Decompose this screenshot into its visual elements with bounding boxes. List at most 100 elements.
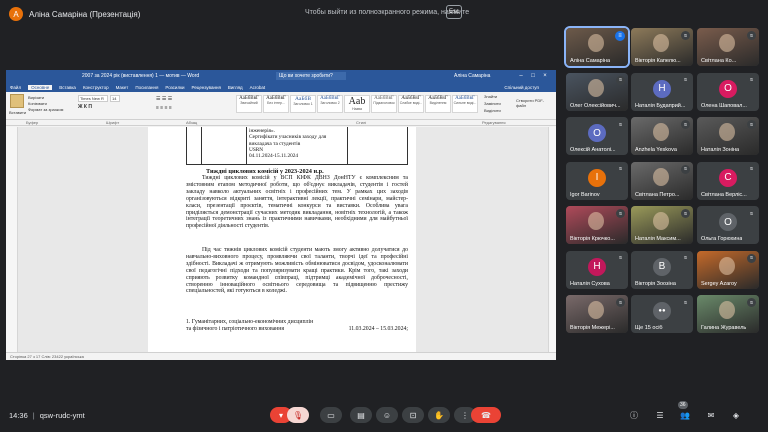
participant-name: Наталія Максим... [635,236,681,242]
tab-mailings[interactable]: Розсилки [165,85,184,90]
participant-tile[interactable]: ●● ⦸ Ще 15 осіб [631,295,693,333]
camera-icon[interactable]: ▭ [320,407,342,423]
fullscreen-hint: Чтобы выйти из полноэкранного режима, на… [305,9,470,16]
style-intense-emphasis[interactable]: АаБбВвГ Сильне виді... [452,95,478,113]
tab-references[interactable]: Посилання [135,85,158,90]
mic-muted-icon: ⦸ [747,209,756,218]
participant-tile[interactable]: ⦸ Sergey Azaroy [697,250,759,289]
style-normal[interactable]: АаБбВвГ Звичайний [236,95,262,113]
end-call-icon[interactable]: ☎ [471,407,501,423]
activities-icon[interactable]: ◈ [728,407,744,423]
copy-button[interactable]: Копіювати [28,101,47,106]
participant-tile[interactable]: В ⦸ Вікторія Зоозіна [631,250,693,289]
style-heading-1[interactable]: АаБбВ Заголовок 1 [290,95,316,113]
participant-name: Вікторія Крючко... [570,236,615,242]
participant-name: Igor Barinov [570,191,600,198]
word-search-box[interactable]: Що ви хочете зробити? [276,72,346,80]
participant-tile[interactable]: О ⦸ Ольга Горюхина [697,206,759,244]
mic-muted-icon: ⦸ [616,209,625,218]
captions-icon[interactable]: ▤ [350,407,372,423]
style-title[interactable]: Aab Назва [344,95,370,113]
participant-tile[interactable]: ⦸ Галина Журавель [697,295,759,333]
participant-name: Наталія Зоніна [701,147,740,153]
chat-icon[interactable]: ☰ [652,407,668,423]
document-page[interactable]: інженерія». Сертифікати учасників заходу… [148,127,416,352]
close-icon[interactable]: × [540,71,550,81]
participant-tile[interactable]: ⦸ Олег Олексійович... [566,72,628,111]
style-emphasis[interactable]: АаБбВвГ Виділення [425,95,451,113]
tab-design[interactable]: Конструктор [83,85,109,90]
select-button[interactable]: Виділити [484,108,501,113]
tab-acrobat[interactable]: Acrobat [250,85,266,90]
participant-tile[interactable]: ⦸ Наталія Зоніна [697,117,759,155]
mic-muted-icon: ⦸ [747,253,756,263]
participant-tile[interactable]: ⦸ Вікторія Крючко... [566,206,628,244]
mic-muted-icon: ⦸ [681,164,690,174]
tab-view[interactable]: Вигляд [228,85,243,90]
participant-name: Олексій Анатолі... [570,147,616,153]
tab-insert[interactable]: Вставка [59,85,76,90]
present-icon[interactable]: ⊡ [402,407,424,423]
style-heading-2[interactable]: АаБбВвГ Заголовок 2 [317,95,343,113]
emoji-icon[interactable]: ☺ [376,407,398,423]
cut-button[interactable]: Вирізати [28,95,44,100]
mic-muted-icon: ⦸ [681,31,690,40]
participant-tile[interactable]: ⦸ Anzhela Yeskova [631,117,693,155]
table-cell: інженерія». Сертифікати учасників заходу… [249,128,327,160]
participant-tile[interactable]: ⦸ Вікторія Капелю... [631,28,693,66]
find-button[interactable]: Знайти [484,94,497,99]
word-title: 2007 за 2024 рік (виставлення) 1 — мотив… [82,73,200,79]
raise-hand-icon[interactable]: ✋ [428,407,450,423]
minimize-icon[interactable]: – [516,71,526,81]
participant-tile[interactable]: С ⦸ Світлана Верліс... [697,161,759,200]
participant-tile[interactable]: ⦸ Світлана Петро... [631,161,693,200]
mic-muted-icon: ⦸ [747,31,756,40]
participant-tile[interactable]: ≡ Аліна Самаріна [564,26,630,68]
participant-avatar: В [653,257,671,276]
paragraph-2: Під час тижнів циклових комісій студенти… [186,247,408,295]
info-icon[interactable]: ⓘ [626,407,642,423]
participant-avatar: I [588,168,606,187]
meeting-time: 14:36 [9,411,28,420]
mic-muted-icon: ⦸ [681,120,690,129]
participant-tile[interactable]: О ⦸ Олексій Анатолі... [566,117,628,155]
participant-tile[interactable]: I ⦸ Igor Barinov [566,161,628,200]
mic-muted-icon: ⦸ [616,120,625,129]
list-buttons[interactable]: ☰ ☰ ☰ [156,96,172,102]
font-size-box[interactable]: 14 [110,95,120,102]
align-buttons[interactable]: ≡ ≡ ≡ ≡ [156,105,172,111]
create-pdf-button[interactable]: Створити PDF-файл [516,98,552,108]
paste-icon[interactable] [10,94,24,108]
participant-tile[interactable]: ⦸ Світлана Ко... [697,28,759,66]
format-painter-button[interactable]: Формат за зразком [28,107,63,112]
participant-tile[interactable]: Н ⦸ Наталія Будаприй... [631,72,693,111]
group-font-label: Шрифт [106,120,120,125]
paste-label[interactable]: Вставити [9,110,26,115]
presenter-avatar: А [9,7,23,21]
participant-tile[interactable]: Н ⦸ Наталія Сухова [566,250,628,289]
vertical-scrollbar[interactable] [548,127,556,352]
font-name-box[interactable]: Times New R [78,95,108,102]
tab-layout[interactable]: Макет [116,85,129,90]
tab-file[interactable]: Файл [10,85,21,90]
bold-button[interactable]: Ж К П [78,104,92,110]
participant-name: Світлана Верліс... [701,191,747,198]
style-no-spacing[interactable]: АаБбВвГ Без інтер... [263,95,289,113]
tab-home[interactable]: Основне [28,84,53,90]
style-subtitle[interactable]: АаБбВвГ Підзаголовок [371,95,397,113]
tab-review[interactable]: Рецензування [192,85,221,90]
participant-tile[interactable]: ⦸ Наталія Максим... [631,206,693,244]
participant-tile[interactable]: О ⦸ Олена Шаповал... [697,72,759,111]
participant-name: Sergey Azaroy [701,280,737,287]
participant-name: Світлана Петро... [635,191,680,198]
replace-button[interactable]: Замінити [484,101,501,106]
messages-icon[interactable]: ✉ [703,407,719,423]
people-icon[interactable]: 👥 [677,407,693,423]
participant-tile[interactable]: ⦸ Вікторія Межері... [566,295,628,333]
style-subtle-emphasis[interactable]: АаБбВвГ Слабке виді... [398,95,424,113]
participant-avatar: Н [588,257,606,276]
mic-off-icon[interactable]: 🎙 [287,407,309,423]
word-titlebar: 2007 за 2024 рік (виставлення) 1 — мотив… [6,70,556,82]
maximize-icon[interactable]: □ [528,71,538,81]
share-button[interactable]: Спільний доступ [504,85,539,90]
